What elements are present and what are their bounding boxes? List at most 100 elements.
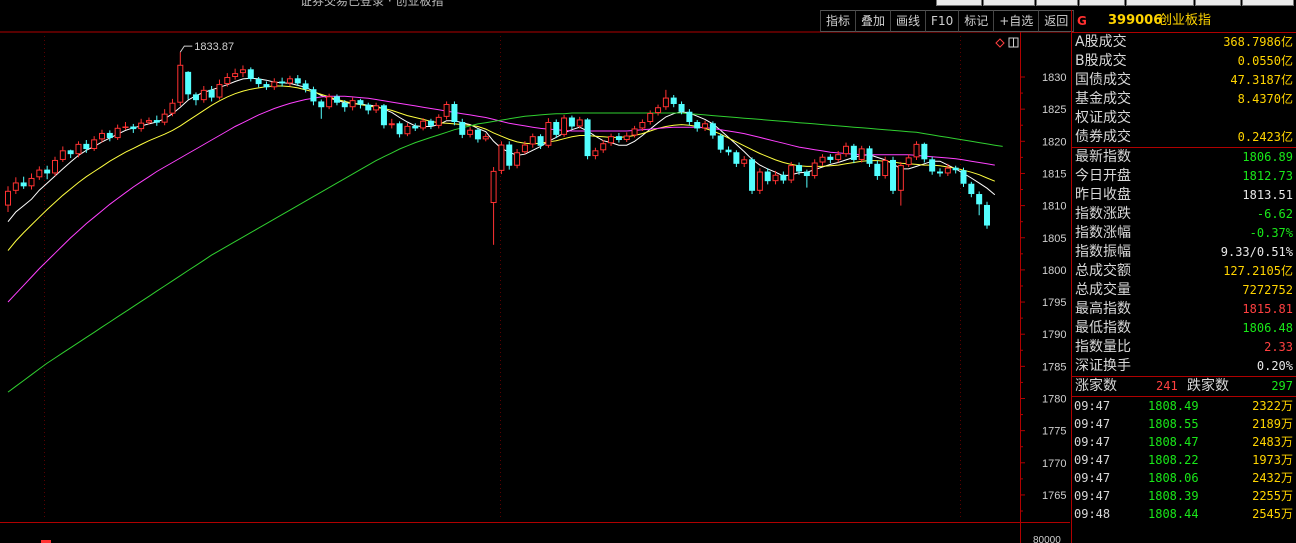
candle-body-up xyxy=(811,162,818,177)
stat-label: 指数涨跌 xyxy=(1075,206,1131,222)
candle-body-down xyxy=(83,143,90,150)
candle-body-down xyxy=(553,122,560,135)
stat-value: 0.2423亿 xyxy=(1237,130,1293,144)
stat-value: -6.62 xyxy=(1256,207,1293,221)
stat-row: 昨日收盘 1813.51 xyxy=(1072,186,1296,205)
candle-body-down xyxy=(670,97,677,105)
stat-label: 指数涨幅 xyxy=(1075,225,1131,241)
stat-value: 0.0550亿 xyxy=(1237,54,1293,68)
y-tick-label: 1800 xyxy=(1042,265,1066,277)
toolbar-button-4[interactable]: 标记 xyxy=(958,10,994,32)
y-tick-label: 1775 xyxy=(1042,426,1066,438)
candle xyxy=(561,114,568,137)
candle-body-down xyxy=(733,152,740,164)
candle-body-down xyxy=(365,104,372,111)
candle-body-up xyxy=(326,96,333,108)
candle xyxy=(451,101,458,126)
candle-body-up xyxy=(161,113,168,123)
top-button-4[interactable] xyxy=(1079,0,1125,6)
tick-volume: 2545万 xyxy=(1252,507,1293,521)
candle-body-up xyxy=(498,144,505,171)
tick-row: 09:47 1808.22 1973万 xyxy=(1072,451,1296,469)
toolbar-button-0[interactable]: 指标 xyxy=(820,10,856,32)
stat-value: -0.37% xyxy=(1249,226,1293,240)
y-tick-label: 1830 xyxy=(1042,72,1066,84)
candle-body-up xyxy=(772,174,779,182)
stock-code: 399006 xyxy=(1108,13,1163,28)
tick-price: 1808.49 xyxy=(1148,399,1199,413)
stock-header: G 399006 创业板指 xyxy=(1072,10,1296,33)
candle-body-down xyxy=(929,159,936,172)
plot-area xyxy=(0,32,1020,520)
candle-body-down xyxy=(294,78,301,84)
y-tick-label: 1810 xyxy=(1042,201,1066,213)
toolbar-button-3[interactable]: F10 xyxy=(925,10,959,32)
tick-time: 09:47 xyxy=(1074,453,1111,467)
tick-time: 09:47 xyxy=(1074,489,1111,503)
stat-label: 国债成交 xyxy=(1075,72,1131,88)
stat-label: 总成交额 xyxy=(1075,263,1131,279)
y-tick-label: 1780 xyxy=(1042,394,1066,406)
y-tick-label: 1825 xyxy=(1042,104,1066,116)
candle-body-down xyxy=(130,126,137,130)
candle-body-up xyxy=(944,167,951,174)
candle-body-up xyxy=(98,132,105,140)
candle-body-down xyxy=(474,129,481,140)
toolbar-button-6[interactable]: 返回 xyxy=(1038,10,1075,32)
tick-price: 1808.55 xyxy=(1148,417,1199,431)
candle xyxy=(506,141,513,170)
candle xyxy=(984,201,990,229)
stat-label: 权证成交 xyxy=(1075,110,1131,126)
stat-row: 权证成交 xyxy=(1072,109,1296,128)
tick-price: 1808.39 xyxy=(1148,489,1199,503)
toolbar-button-1[interactable]: 叠加 xyxy=(855,10,891,32)
stat-row: 指数量比 2.33 xyxy=(1072,338,1296,357)
down-count-label: 跌家数 xyxy=(1187,378,1229,394)
candle-body-up xyxy=(521,144,528,153)
stock-name: 创业板指 xyxy=(1159,13,1212,28)
peak-label: 1833.87 xyxy=(194,41,234,53)
candle-body-up xyxy=(576,119,583,127)
stat-row: 最高指数 1815.81 xyxy=(1072,300,1296,319)
toolbar-button-2[interactable]: 画线 xyxy=(890,10,926,32)
candle-body-down xyxy=(44,169,51,174)
candle-body-up xyxy=(741,159,748,164)
candle-body-down xyxy=(185,71,192,95)
stat-label: B股成交 xyxy=(1075,53,1127,69)
tick-row: 09:48 1808.44 2545万 xyxy=(1072,505,1296,523)
candle-body-up xyxy=(858,148,865,160)
candle-body-down xyxy=(780,174,787,181)
stat-label: 最低指数 xyxy=(1075,320,1131,336)
top-button-6[interactable] xyxy=(1195,0,1241,6)
candle-body-down xyxy=(584,119,591,157)
candle-body-down xyxy=(279,81,286,84)
candle xyxy=(756,168,763,195)
tick-price: 1808.47 xyxy=(1148,435,1199,449)
candle-body-down xyxy=(686,111,693,123)
stat-value: 1815.81 xyxy=(1242,302,1293,316)
tick-list: 09:47 1808.49 2322万 09:47 1808.55 2189万 09:47 1… xyxy=(1072,397,1296,523)
toolbar-button-5[interactable]: +自选 xyxy=(993,10,1039,32)
candle xyxy=(913,141,920,160)
candle-body-up xyxy=(75,143,82,155)
candle-body-down xyxy=(937,171,944,174)
candle-body-up xyxy=(36,169,43,178)
stat-row: 指数涨跌 -6.62 xyxy=(1072,205,1296,224)
tick-volume: 2255万 xyxy=(1252,489,1293,503)
candle-body-up xyxy=(177,64,184,103)
stat-value: 47.3187亿 xyxy=(1230,73,1293,87)
kline-chart[interactable]: 1830 1825 1820 1815 1810 1805 1800 1795 1790 1785… xyxy=(0,0,1070,543)
stat-row: 国债成交 47.3187亿 xyxy=(1072,71,1296,90)
candle xyxy=(749,157,756,195)
candle-body-up xyxy=(913,143,920,158)
candle-body-down xyxy=(341,102,348,108)
top-button-7[interactable] xyxy=(1242,0,1294,6)
tick-time: 09:47 xyxy=(1074,417,1111,431)
candle-body-down xyxy=(952,167,959,171)
top-button-5[interactable] xyxy=(1126,0,1194,6)
candle-body-up xyxy=(420,120,427,129)
stat-value: 8.4370亿 xyxy=(1237,92,1293,106)
candle xyxy=(380,104,387,129)
candle-body-up xyxy=(788,165,795,181)
candle-body-up xyxy=(286,78,293,84)
